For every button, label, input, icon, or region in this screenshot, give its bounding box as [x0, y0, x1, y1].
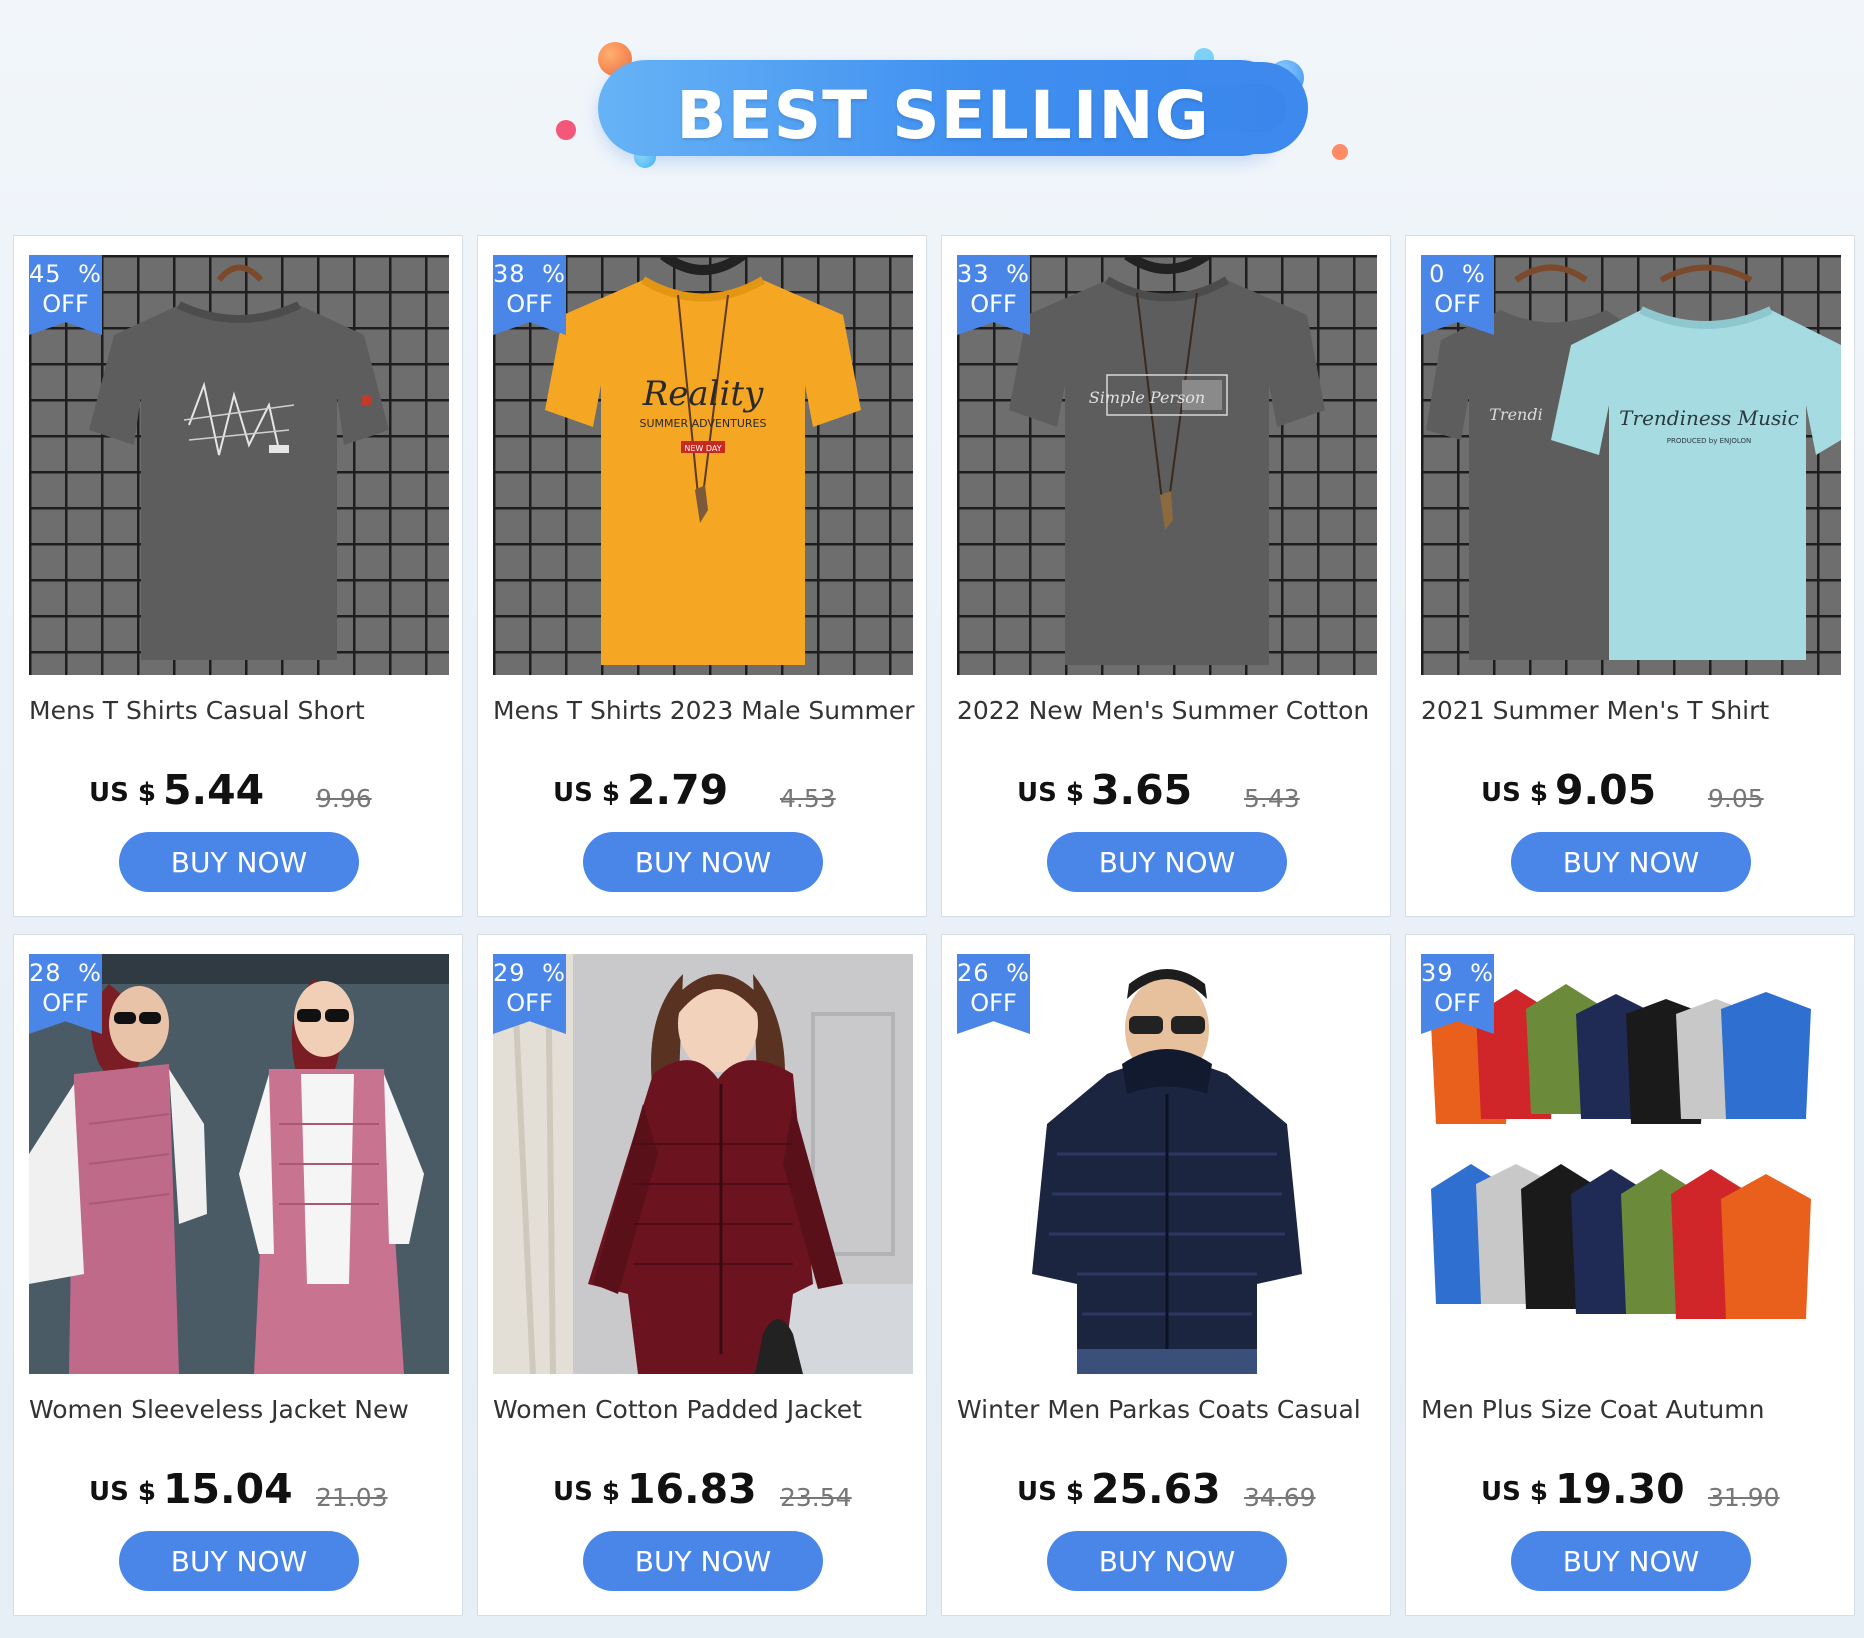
currency-label: US $ [553, 1477, 620, 1507]
product-card[interactable]: 29 % OFF Women Cotton Padded Jacket US $… [477, 934, 927, 1616]
discount-percent: 39 % [1421, 959, 1494, 987]
svg-text:Reality: Reality [642, 374, 764, 414]
buy-now-button[interactable]: BUY NOW [119, 832, 359, 892]
discount-percent: 45 % [29, 260, 102, 288]
discount-percent: 26 % [957, 959, 1030, 987]
discount-off-label: OFF [506, 989, 553, 1017]
original-price: 5.43 [1244, 784, 1300, 813]
decor-dot [556, 120, 576, 140]
svg-text:Trendiness Music: Trendiness Music [1619, 406, 1799, 430]
sale-price: 16.83 [627, 1465, 757, 1513]
sale-price: 15.04 [163, 1465, 293, 1513]
product-title[interactable]: Women Sleeveless Jacket New [29, 1395, 457, 1431]
buy-now-button[interactable]: BUY NOW [119, 1531, 359, 1591]
discount-percent: 28 % [29, 959, 102, 987]
buy-now-button[interactable]: BUY NOW [1047, 1531, 1287, 1591]
best-selling-banner: BEST SELLING [0, 0, 1864, 220]
original-price: 34.69 [1244, 1483, 1316, 1512]
buy-now-button[interactable]: BUY NOW [1511, 1531, 1751, 1591]
discount-off-label: OFF [1434, 989, 1481, 1017]
buy-now-button[interactable]: BUY NOW [583, 1531, 823, 1591]
discount-percent: 33 % [957, 260, 1030, 288]
sale-price: 25.63 [1091, 1465, 1221, 1513]
discount-off-label: OFF [42, 989, 89, 1017]
discount-percent: 38 % [493, 260, 566, 288]
currency-label: US $ [1017, 1477, 1084, 1507]
discount-off-label: OFF [42, 290, 89, 318]
discount-off-label: OFF [970, 290, 1017, 318]
price-row: US $ 2.79 4.53 [478, 766, 928, 816]
discount-percent: 0 % [1429, 260, 1486, 288]
svg-text:PRODUCED by ENJOLON: PRODUCED by ENJOLON [1667, 437, 1751, 445]
product-card[interactable]: 45 % OFF Mens T Shirts Casual Short US $… [13, 235, 463, 917]
price-row: US $ 5.44 9.96 [14, 766, 464, 816]
best-selling-page: BEST SELLING 45 % OFF Mens T Shirts Casu… [0, 0, 1864, 1638]
discount-percent: 29 % [493, 959, 566, 987]
discount-off-label: OFF [1434, 290, 1481, 318]
original-price: 23.54 [780, 1483, 852, 1512]
price-row: US $ 25.63 34.69 [942, 1465, 1392, 1515]
price-row: US $ 9.05 9.05 [1406, 766, 1856, 816]
product-card[interactable]: Reality SUMMER ADVENTURES NEW DAY 38 % O… [477, 235, 927, 917]
currency-label: US $ [89, 778, 156, 808]
price-row: US $ 15.04 21.03 [14, 1465, 464, 1515]
currency-label: US $ [553, 778, 620, 808]
original-price: 21.03 [316, 1483, 388, 1512]
sale-price: 5.44 [163, 766, 265, 814]
original-price: 31.90 [1708, 1483, 1780, 1512]
product-title[interactable]: Mens T Shirts Casual Short [29, 696, 457, 732]
original-price: 9.96 [316, 784, 372, 813]
svg-text:SUMMER ADVENTURES: SUMMER ADVENTURES [640, 417, 767, 430]
discount-off-label: OFF [506, 290, 553, 318]
currency-label: US $ [89, 1477, 156, 1507]
discount-off-label: OFF [970, 989, 1017, 1017]
sale-price: 19.30 [1555, 1465, 1685, 1513]
product-card[interactable]: Trendiness Music PRODUCED by ENJOLON Tre… [1405, 235, 1855, 917]
sale-price: 2.79 [627, 766, 729, 814]
price-row: US $ 19.30 31.90 [1406, 1465, 1856, 1515]
product-title[interactable]: Mens T Shirts 2023 Male Summer [493, 696, 921, 732]
svg-text:Trendi: Trendi [1489, 405, 1542, 424]
product-title[interactable]: Men Plus Size Coat Autumn [1421, 1395, 1849, 1431]
original-price: 9.05 [1708, 784, 1764, 813]
banner-title: BEST SELLING [676, 76, 1210, 154]
price-row: US $ 16.83 23.54 [478, 1465, 928, 1515]
sale-price: 9.05 [1555, 766, 1657, 814]
price-row: US $ 3.65 5.43 [942, 766, 1392, 816]
original-price: 4.53 [780, 784, 836, 813]
svg-text:NEW DAY: NEW DAY [684, 444, 721, 453]
product-card[interactable]: 39 % OFF Men Plus Size Coat Autumn US $ … [1405, 934, 1855, 1616]
buy-now-button[interactable]: BUY NOW [583, 832, 823, 892]
currency-label: US $ [1017, 778, 1084, 808]
product-card[interactable]: 28 % OFF Women Sleeveless Jacket New US … [13, 934, 463, 1616]
product-card[interactable]: 26 % OFF Winter Men Parkas Coats Casual … [941, 934, 1391, 1616]
buy-now-button[interactable]: BUY NOW [1511, 832, 1751, 892]
currency-label: US $ [1481, 778, 1548, 808]
product-card[interactable]: Simple Person 33 % OFF 2022 New Men's Su… [941, 235, 1391, 917]
product-title[interactable]: Winter Men Parkas Coats Casual [957, 1395, 1385, 1431]
buy-now-button[interactable]: BUY NOW [1047, 832, 1287, 892]
sale-price: 3.65 [1091, 766, 1193, 814]
product-title[interactable]: Women Cotton Padded Jacket [493, 1395, 921, 1431]
currency-label: US $ [1481, 1477, 1548, 1507]
decor-dot [1332, 144, 1348, 160]
product-title[interactable]: 2022 New Men's Summer Cotton [957, 696, 1385, 732]
svg-text:Simple Person: Simple Person [1089, 388, 1205, 407]
product-title[interactable]: 2021 Summer Men's T Shirt [1421, 696, 1849, 732]
